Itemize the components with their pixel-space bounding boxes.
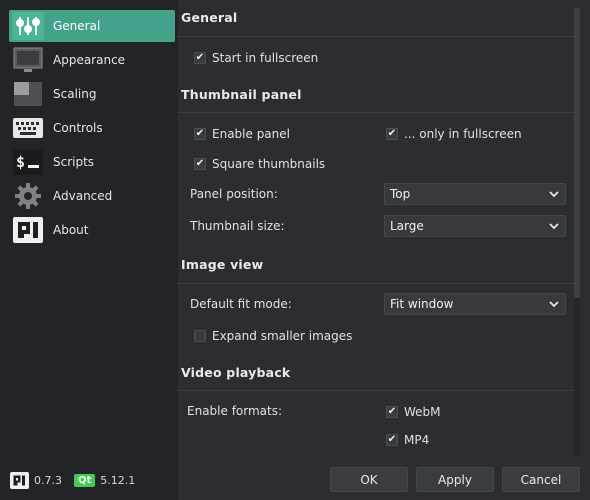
fit-mode-label: Default fit mode: — [190, 297, 292, 311]
sidebar-item-label: Scaling — [53, 87, 97, 101]
panel-position-label: Panel position: — [190, 187, 278, 201]
app-version: 0.7.3 — [34, 473, 62, 487]
scaling-icon — [12, 80, 44, 108]
select-value: Top — [390, 187, 411, 201]
checkbox-box[interactable] — [386, 406, 398, 418]
sliders-icon — [12, 12, 44, 40]
checkbox-box[interactable] — [194, 330, 206, 342]
checkbox-box[interactable] — [194, 128, 206, 140]
checkbox-box[interactable] — [194, 158, 206, 170]
checkbox-label: Square thumbnails — [212, 157, 326, 171]
section-title-general: General — [181, 10, 238, 25]
divider — [178, 36, 576, 37]
settings-page-general: General Start in fullscreen Thumbnail pa… — [178, 0, 578, 458]
divider — [178, 112, 576, 113]
chevron-down-icon — [549, 223, 559, 230]
square-thumbnails-checkbox[interactable]: Square thumbnails — [194, 155, 325, 173]
qi-logo-icon — [12, 216, 44, 244]
checkbox-box[interactable] — [386, 128, 398, 140]
checkbox-box[interactable] — [386, 434, 398, 446]
fit-mode-select[interactable]: Fit window — [384, 293, 566, 315]
terminal-icon: $ — [12, 148, 44, 176]
sidebar-item-scripts[interactable]: $ Scripts — [9, 146, 175, 178]
divider — [178, 283, 576, 284]
select-value: Fit window — [390, 297, 454, 311]
qt-version: 5.12.1 — [100, 473, 136, 487]
qt-logo-icon: Qt — [74, 473, 96, 487]
gear-icon — [12, 182, 44, 210]
checkbox-label: ... only in fullscreen — [404, 127, 522, 141]
sidebar-item-scaling[interactable]: Scaling — [9, 78, 175, 110]
sidebar-item-about[interactable]: About — [9, 214, 175, 246]
mp4-checkbox[interactable]: MP4 — [386, 431, 429, 449]
checkbox-box[interactable] — [194, 52, 206, 64]
webm-checkbox[interactable]: WebM — [386, 403, 441, 421]
sidebar-item-label: General — [53, 19, 101, 33]
sidebar-item-advanced[interactable]: Advanced — [9, 180, 175, 212]
section-title-video-playback: Video playback — [181, 365, 291, 380]
ok-button[interactable]: OK — [330, 467, 408, 492]
enable-panel-checkbox[interactable]: Enable panel — [194, 125, 290, 143]
settings-sidebar: General Appearance Scaling Controls $ Sc… — [0, 0, 178, 500]
section-title-thumbnail-panel: Thumbnail panel — [181, 87, 302, 102]
chevron-down-icon — [549, 301, 559, 308]
checkbox-label: MP4 — [404, 433, 430, 447]
expand-smaller-checkbox[interactable]: Expand smaller images — [194, 327, 352, 345]
divider — [178, 390, 576, 391]
section-title-image-view: Image view — [181, 257, 264, 272]
sidebar-item-label: Scripts — [53, 155, 95, 169]
sidebar-item-label: Advanced — [53, 189, 113, 203]
version-info: 0.7.3 Qt 5.12.1 — [10, 471, 135, 489]
sidebar-item-label: Controls — [53, 121, 103, 135]
sidebar-item-appearance[interactable]: Appearance — [9, 44, 175, 76]
checkbox-label: Expand smaller images — [212, 329, 353, 343]
chevron-down-icon — [549, 191, 559, 198]
sidebar-item-controls[interactable]: Controls — [9, 112, 175, 144]
cancel-button[interactable]: Cancel — [502, 467, 580, 492]
monitor-icon — [12, 46, 44, 74]
panel-position-select[interactable]: Top — [384, 183, 566, 205]
checkbox-label: Enable panel — [212, 127, 290, 141]
vertical-scrollbar[interactable] — [574, 8, 580, 456]
keyboard-icon — [12, 114, 44, 142]
checkbox-label: WebM — [404, 405, 441, 419]
thumbnail-size-select[interactable]: Large — [384, 215, 566, 237]
select-value: Large — [390, 219, 424, 233]
sidebar-item-general[interactable]: General — [9, 10, 175, 42]
thumbnail-size-label: Thumbnail size: — [190, 219, 285, 233]
sidebar-item-label: About — [53, 223, 89, 237]
svg-text:$: $ — [16, 153, 25, 171]
formats-label: Enable formats: — [187, 404, 283, 418]
scrollbar-thumb[interactable] — [574, 8, 580, 298]
apply-button[interactable]: Apply — [416, 467, 494, 492]
sidebar-item-label: Appearance — [53, 53, 126, 67]
checkbox-label: Start in fullscreen — [212, 51, 319, 65]
qi-logo-icon — [10, 471, 29, 489]
start-fullscreen-checkbox[interactable]: Start in fullscreen — [194, 49, 318, 67]
only-fullscreen-checkbox[interactable]: ... only in fullscreen — [386, 125, 522, 143]
